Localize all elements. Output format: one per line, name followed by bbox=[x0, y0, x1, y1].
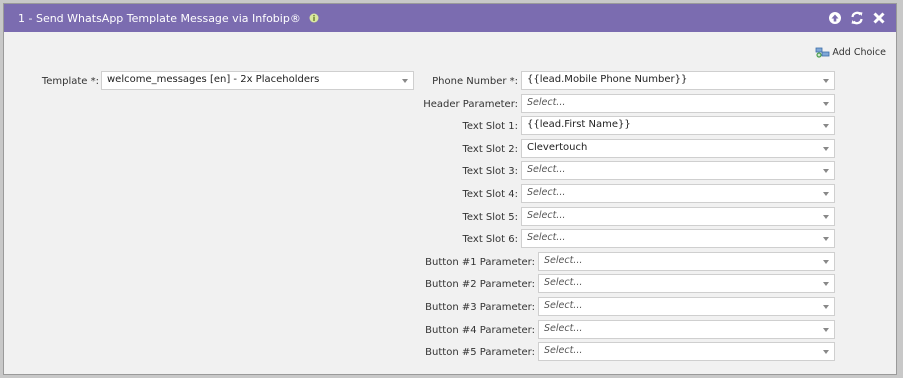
refresh-icon[interactable] bbox=[850, 11, 864, 25]
field-value: Select... bbox=[527, 232, 566, 243]
field-select[interactable]: Select... bbox=[521, 229, 835, 248]
chevron-down-icon bbox=[823, 305, 829, 309]
field-value: Select... bbox=[527, 210, 566, 221]
flow-step-panel: 1 - Send WhatsApp Template Message via I… bbox=[3, 3, 897, 375]
field-value: Clevertouch bbox=[527, 142, 588, 153]
field-label: Text Slot 5: bbox=[462, 211, 518, 223]
chevron-down-icon bbox=[823, 169, 829, 173]
field-row: Button #4 Parameter: Select... bbox=[4, 320, 844, 340]
chevron-down-icon bbox=[823, 237, 829, 241]
chevron-down-icon bbox=[823, 192, 829, 196]
field-label: Text Slot 3: bbox=[462, 165, 518, 177]
chevron-down-icon bbox=[823, 147, 829, 151]
field-value: Select... bbox=[544, 277, 583, 288]
chevron-down-icon bbox=[823, 215, 829, 219]
field-value: {{lead.First Name}} bbox=[527, 119, 631, 130]
close-icon[interactable] bbox=[872, 11, 886, 25]
field-value: Select... bbox=[527, 164, 566, 175]
field-label: Text Slot 1: bbox=[462, 120, 518, 132]
add-choice-label: Add Choice bbox=[832, 46, 886, 58]
field-row: Text Slot 4: Select... bbox=[4, 184, 844, 204]
chevron-down-icon bbox=[823, 350, 829, 354]
chevron-down-icon bbox=[823, 102, 829, 106]
field-row: Text Slot 6: Select... bbox=[4, 229, 844, 249]
field-label: Text Slot 6: bbox=[462, 233, 518, 245]
field-row: Phone Number *: {{lead.Mobile Phone Numbe… bbox=[4, 71, 844, 91]
field-select[interactable]: Select... bbox=[538, 252, 835, 271]
field-row: Button #5 Parameter: Select... bbox=[4, 342, 844, 362]
field-row: Button #2 Parameter: Select... bbox=[4, 274, 844, 294]
field-row: Text Slot 1: {{lead.First Name}} bbox=[4, 116, 844, 136]
collapse-arrow-icon[interactable] bbox=[828, 11, 842, 25]
field-value: Select... bbox=[527, 97, 566, 108]
field-select[interactable]: Select... bbox=[521, 94, 835, 113]
field-select[interactable]: Select... bbox=[538, 274, 835, 293]
field-select[interactable]: Select... bbox=[538, 320, 835, 339]
field-value: Select... bbox=[544, 345, 583, 356]
field-value: Select... bbox=[544, 323, 583, 334]
field-select[interactable]: {{lead.First Name}} bbox=[521, 116, 835, 135]
field-label: Button #5 Parameter: bbox=[425, 346, 535, 358]
field-row: Text Slot 3: Select... bbox=[4, 161, 844, 181]
chevron-down-icon bbox=[823, 328, 829, 332]
flow-step-title: 1 - Send WhatsApp Template Message via I… bbox=[18, 11, 301, 25]
field-value: Select... bbox=[527, 187, 566, 198]
field-label: Text Slot 2: bbox=[462, 143, 518, 155]
header-actions bbox=[828, 11, 886, 25]
field-label: Button #4 Parameter: bbox=[425, 324, 535, 336]
field-row: Text Slot 2: Clevertouch bbox=[4, 139, 844, 159]
add-choice-button[interactable]: Add Choice bbox=[815, 46, 886, 58]
chevron-down-icon bbox=[823, 282, 829, 286]
field-label: Button #2 Parameter: bbox=[425, 278, 535, 290]
field-label: Button #3 Parameter: bbox=[425, 301, 535, 313]
chevron-down-icon bbox=[823, 124, 829, 128]
field-select[interactable]: Select... bbox=[521, 207, 835, 226]
field-select[interactable]: Select... bbox=[538, 297, 835, 316]
flow-step-header: 1 - Send WhatsApp Template Message via I… bbox=[4, 4, 896, 32]
field-label: Button #1 Parameter: bbox=[425, 256, 535, 268]
field-row: Button #3 Parameter: Select... bbox=[4, 297, 844, 317]
field-value: Select... bbox=[544, 300, 583, 311]
field-select[interactable]: Select... bbox=[521, 161, 835, 180]
add-choice-icon bbox=[816, 47, 830, 58]
field-select[interactable]: {{lead.Mobile Phone Number}} bbox=[521, 71, 835, 90]
field-row: Header Parameter: Select... bbox=[4, 94, 844, 114]
field-label: Text Slot 4: bbox=[462, 188, 518, 200]
field-row: Text Slot 5: Select... bbox=[4, 207, 844, 227]
field-select[interactable]: Clevertouch bbox=[521, 139, 835, 158]
field-select[interactable]: Select... bbox=[521, 184, 835, 203]
chevron-down-icon bbox=[823, 260, 829, 264]
field-select[interactable]: Select... bbox=[538, 342, 835, 361]
field-value: {{lead.Mobile Phone Number}} bbox=[527, 74, 688, 85]
info-icon[interactable] bbox=[309, 13, 319, 23]
field-label: Header Parameter: bbox=[423, 98, 518, 110]
field-value: Select... bbox=[544, 255, 583, 266]
chevron-down-icon bbox=[823, 79, 829, 83]
field-row: Button #1 Parameter: Select... bbox=[4, 252, 844, 272]
field-label: Phone Number *: bbox=[432, 75, 518, 87]
